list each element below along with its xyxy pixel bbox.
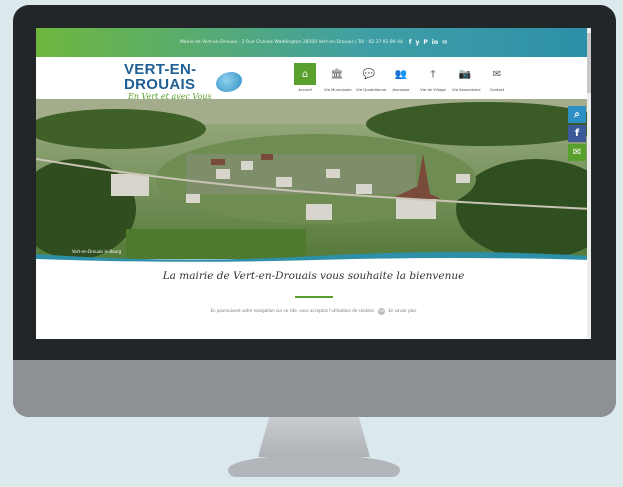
cookie-more-link[interactable]: En savoir plus bbox=[388, 308, 416, 313]
monitor-chin bbox=[13, 360, 616, 417]
heading-divider bbox=[295, 296, 333, 298]
nav-item-vie-associative[interactable]: 📷 Vie Associative bbox=[452, 63, 481, 93]
nav-item-label: Jeunesse bbox=[392, 87, 410, 92]
speech-icon: 💬 bbox=[362, 68, 376, 80]
nav-item-label: Accueil bbox=[298, 87, 312, 92]
cookie-text: En poursuivant votre navigation sur ce s… bbox=[210, 308, 375, 313]
nav-item-accueil[interactable]: ⌂ Accueil bbox=[292, 63, 318, 92]
nav-item-vie-quotidienne[interactable]: 💬 Vie Quotidienne bbox=[356, 63, 387, 93]
church-icon: † bbox=[430, 68, 436, 80]
browser-screen: Mairie de Vert-en-Drouais - 2 Rue Charle… bbox=[36, 28, 591, 339]
nav-item-contact[interactable]: ✉ Contact bbox=[484, 63, 510, 93]
nav-item-jeunesse[interactable]: 👥 Jeunesse bbox=[388, 63, 414, 93]
camera-icon: 📷 bbox=[458, 68, 472, 80]
cookie-ok-button[interactable]: OK bbox=[378, 308, 386, 315]
village-aerial-photo bbox=[36, 99, 591, 259]
nav-item-label: Vie Quotidienne bbox=[356, 87, 387, 92]
nav-item-label: Vie Associative bbox=[452, 87, 481, 92]
facebook-icon[interactable]: f bbox=[568, 125, 586, 142]
youtube-link-icon[interactable]: y bbox=[415, 39, 419, 46]
floating-side-icons: ⌕ f ✉ bbox=[568, 106, 586, 163]
nav-item-vie-municipale[interactable]: 🏛 Vie Municipale bbox=[324, 63, 352, 93]
top-info-bar: Mairie de Vert-en-Drouais - 2 Rue Charle… bbox=[36, 28, 591, 57]
nav-item-vie-de-village[interactable]: † Vie de Village bbox=[420, 63, 446, 93]
hero-aerial-image: Vert-en-Drouais le Bourg bbox=[36, 99, 591, 259]
pinterest-link-icon[interactable]: P bbox=[423, 39, 427, 46]
people-icon: 👥 bbox=[394, 68, 408, 80]
social-links: f y P in ✉ bbox=[409, 39, 447, 46]
search-icon[interactable]: ⌕ bbox=[568, 106, 586, 123]
mail-icon: ✉ bbox=[492, 68, 502, 80]
monitor-base bbox=[228, 455, 400, 477]
header-wave bbox=[36, 252, 591, 264]
scrollbar-thumb[interactable] bbox=[587, 33, 591, 93]
page-scrollbar[interactable] bbox=[587, 28, 591, 339]
email-link-icon[interactable]: ✉ bbox=[442, 39, 447, 46]
nav-item-label: Vie Municipale bbox=[324, 87, 352, 92]
home-icon: ⌂ bbox=[294, 63, 316, 85]
monitor-stand bbox=[258, 417, 370, 457]
cookie-notice: En poursuivant votre navigation sur ce s… bbox=[36, 308, 591, 315]
site-header: VERT-EN-DROUAIS En Vert et avec Vous ⌂ Ac… bbox=[36, 57, 591, 101]
mail-icon[interactable]: ✉ bbox=[568, 144, 586, 161]
building-icon: 🏛 bbox=[330, 68, 344, 80]
welcome-heading: La mairie de Vert-en-Drouais vous souhai… bbox=[162, 270, 465, 282]
linkedin-link-icon[interactable]: in bbox=[432, 39, 438, 46]
contact-info: Mairie de Vert-en-Drouais - 2 Rue Charle… bbox=[179, 40, 403, 45]
site-logo[interactable]: VERT-EN-DROUAIS En Vert et avec Vous bbox=[124, 62, 242, 101]
main-nav: ⌂ Accueil 🏛 Vie Municipale 💬 Vie Quotidienne 👥… bbox=[292, 63, 510, 92]
nav-item-label: Contact bbox=[489, 87, 505, 92]
facebook-link-icon[interactable]: f bbox=[409, 39, 412, 46]
nav-item-label: Vie de Village bbox=[420, 87, 446, 92]
